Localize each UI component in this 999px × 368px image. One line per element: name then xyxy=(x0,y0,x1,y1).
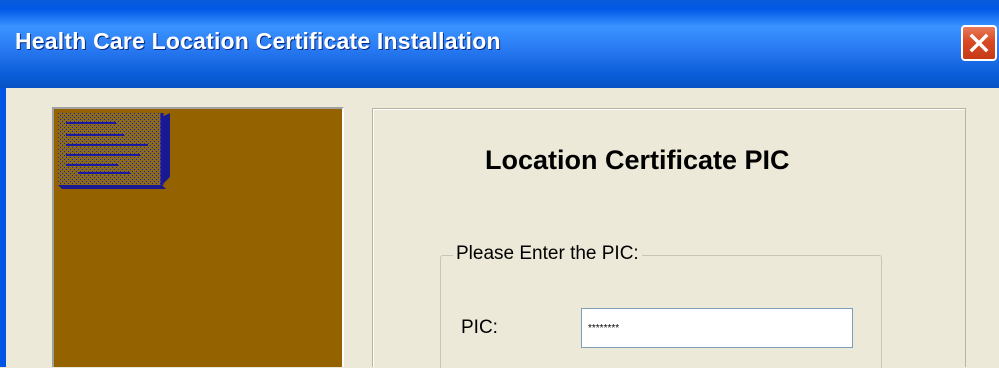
groupbox-legend: Please Enter the PIC: xyxy=(453,243,642,265)
close-icon xyxy=(969,33,989,53)
certificate-document-icon xyxy=(58,113,170,189)
wizard-side-panel xyxy=(52,107,344,367)
pic-label: PIC: xyxy=(461,317,498,338)
pic-input[interactable] xyxy=(581,308,853,348)
close-button[interactable] xyxy=(961,25,997,61)
wizard-main-panel: Location Certificate PIC Please Enter th… xyxy=(372,108,966,368)
title-bar[interactable]: Health Care Location Certificate Install… xyxy=(0,0,999,88)
pic-groupbox: Please Enter the PIC: PIC: xyxy=(440,243,882,368)
window-title: Health Care Location Certificate Install… xyxy=(15,28,501,54)
dialog-client-area: Location Certificate PIC Please Enter th… xyxy=(6,88,999,368)
page-title: Location Certificate PIC xyxy=(485,145,790,175)
